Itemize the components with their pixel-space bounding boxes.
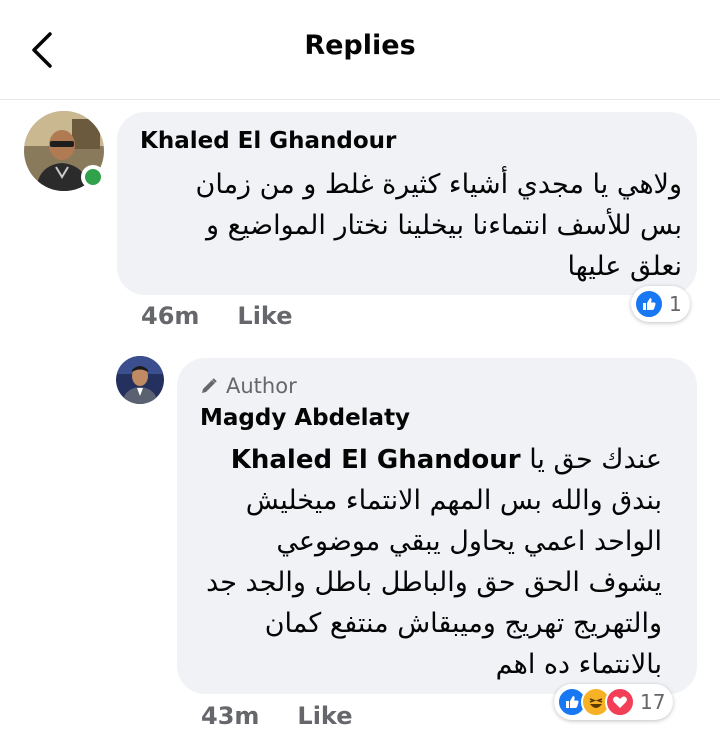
like-button[interactable]: Like: [297, 702, 352, 730]
comment-text-line: بس للأسف انتماءنا بيخلينا نختار المواضيع…: [206, 210, 682, 241]
top-bar: Replies: [0, 0, 720, 100]
reaction-summary[interactable]: 17: [554, 684, 674, 720]
comment-text-prefix: عندك حق يا: [529, 444, 662, 475]
comment-meta: 43m Like: [201, 702, 353, 730]
profile-photo-magdy: [116, 356, 164, 404]
comment-timestamp: 46m: [141, 302, 200, 330]
comment-text-line: والتهريج تهريج وميبقاش منتفع كمان: [264, 608, 662, 639]
comment-text-line: ولاهي يا مجدي أشياء كثيرة غلط و من زمان: [195, 169, 682, 200]
comment-meta: 46m Like: [141, 302, 293, 330]
avatar-magdy[interactable]: [116, 356, 164, 404]
reaction-summary[interactable]: 1: [631, 286, 690, 322]
comment-text-line: نعلق عليها: [567, 251, 682, 282]
comment-text-line: بالانتماء ده اهم: [495, 649, 662, 680]
reaction-count: 17: [640, 690, 666, 714]
page-title: Replies: [304, 30, 416, 61]
comment-author-name[interactable]: Khaled El Ghandour: [140, 128, 396, 154]
author-badge-label: Author: [226, 374, 297, 398]
reaction-count: 1: [669, 292, 682, 316]
like-icon: [634, 289, 664, 319]
comment-text-line: بندق والله بس المهم الانتماء ميخليش: [245, 485, 662, 516]
author-badge: Author: [200, 374, 297, 398]
like-button[interactable]: Like: [237, 302, 292, 330]
love-icon: [605, 687, 635, 717]
comment-timestamp: 43m: [201, 702, 260, 730]
comment-text-line: الواحد اعمي يحاول يبقي موضوعي: [276, 526, 662, 557]
comment-text-line: يشوف الحق حق والباطل باطل والجد جد: [206, 567, 662, 598]
comment-author-name[interactable]: Magdy Abdelaty: [200, 405, 410, 431]
pencil-icon: [202, 378, 217, 393]
online-status-indicator: [81, 165, 105, 189]
comment-text-line: عندك حق يا Khaled El Ghandour: [231, 439, 662, 481]
mention-link[interactable]: Khaled El Ghandour: [231, 445, 521, 475]
